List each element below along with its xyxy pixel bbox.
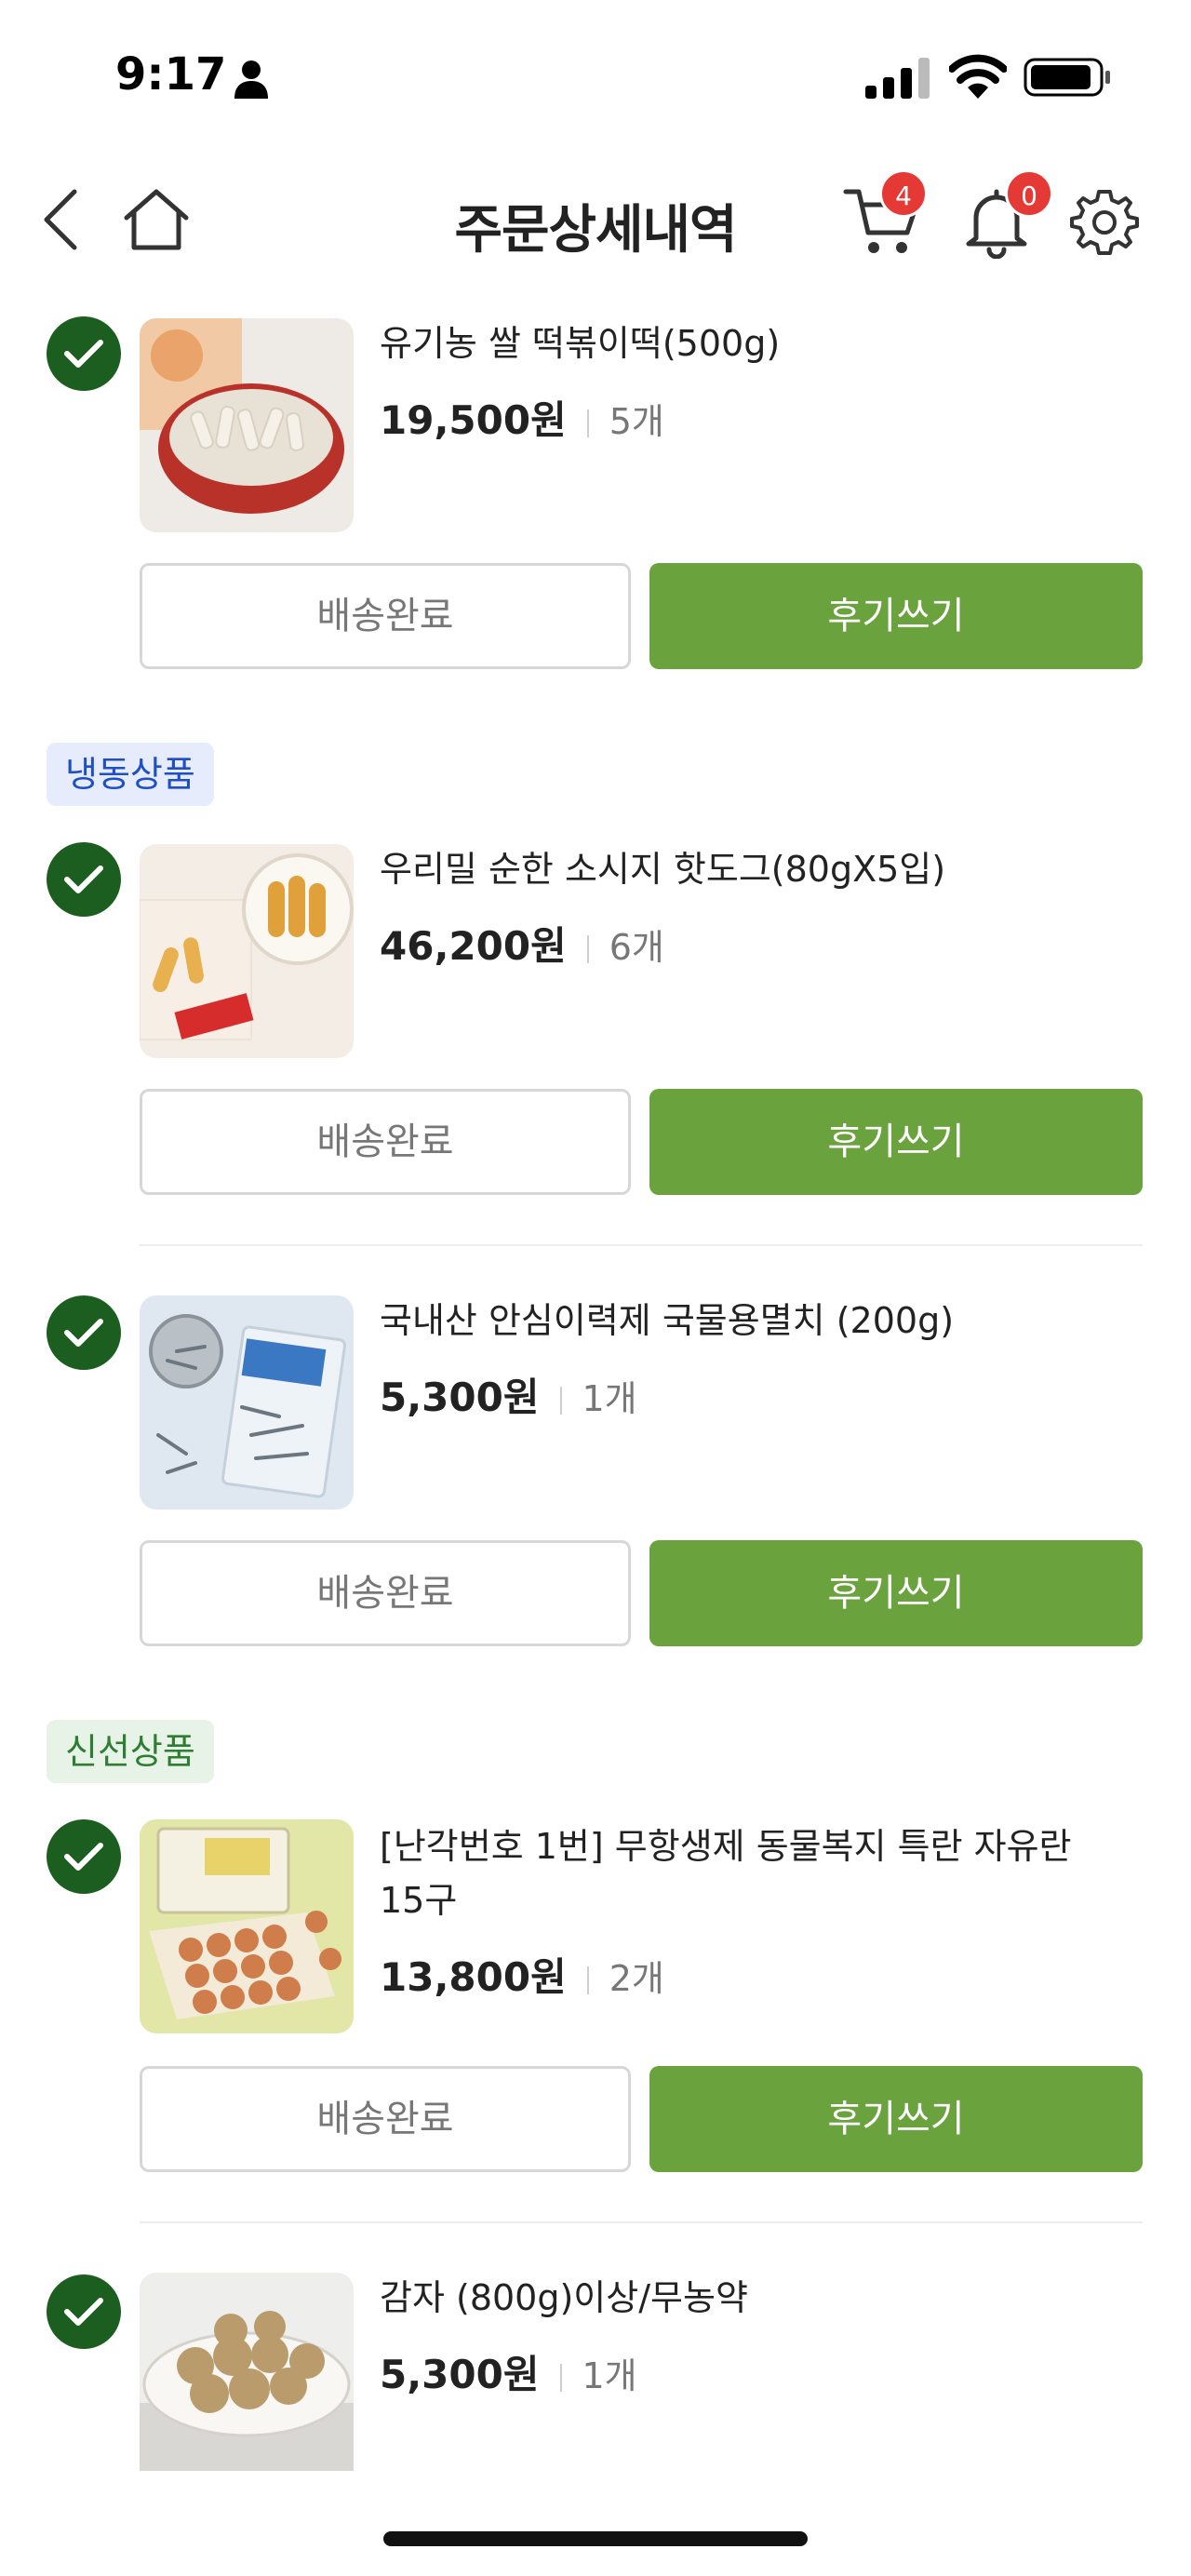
item-divider	[140, 1244, 1143, 1246]
order-item: 감자 (800g)이상/무농약 5,300원 1개	[0, 2271, 1191, 2471]
product-price: 19,500원	[380, 397, 567, 443]
check-icon	[47, 316, 121, 391]
price-row: 13,800원 2개	[380, 1946, 664, 2003]
app-header: 주문상세내역 4 0	[0, 158, 1191, 279]
section-tag-fresh: 신선상품	[47, 1720, 214, 1783]
separator	[586, 1966, 589, 1994]
order-item: 유기농 쌀 떡볶이떡(500g) 19,500원 5개 배송완료 후기쓰기	[0, 316, 1191, 679]
delivery-status-button[interactable]: 배송완료	[140, 2066, 631, 2172]
check-icon	[47, 1819, 121, 1894]
delivery-status-button[interactable]: 배송완료	[140, 563, 631, 669]
status-bar: 9:17	[0, 0, 1191, 140]
product-image-tteok[interactable]	[140, 318, 354, 532]
price-row: 5,300원 1개	[380, 2343, 637, 2400]
delivery-status-button[interactable]: 배송완료	[140, 1089, 631, 1195]
price-row: 19,500원 5개	[380, 389, 664, 446]
product-quantity: 5개	[609, 401, 664, 442]
product-price: 13,800원	[380, 1954, 567, 2000]
signal-icon	[865, 58, 930, 99]
home-indicator	[383, 2531, 808, 2546]
product-quantity: 2개	[609, 1958, 664, 1999]
product-image-hotdog[interactable]	[140, 844, 354, 1058]
write-review-button[interactable]: 후기쓰기	[649, 563, 1143, 669]
notification-count-badge: 0	[1005, 169, 1053, 218]
order-item: [난각번호 1번] 무항생제 동물복지 특란 자유란 15구 13,800원 2개…	[0, 1819, 1191, 2182]
check-icon	[47, 1295, 121, 1370]
product-image-eggs[interactable]	[140, 1819, 354, 2033]
section-tag-frozen: 냉동상품	[47, 743, 214, 806]
order-item: 우리밀 순한 소시지 핫도그(80gX5입) 46,200원 6개 배송완료 후기…	[0, 842, 1191, 1205]
cart-count-badge: 4	[879, 169, 928, 218]
separator	[586, 934, 589, 963]
wifi-icon	[949, 54, 1007, 99]
write-review-button[interactable]: 후기쓰기	[649, 1540, 1143, 1646]
status-time: 9:17	[115, 48, 227, 101]
price-row: 46,200원 6개	[380, 915, 664, 972]
separator	[559, 2363, 562, 2392]
battery-icon	[1024, 58, 1110, 97]
product-image-anchovy[interactable]	[140, 1295, 354, 1509]
product-quantity: 1개	[582, 1378, 637, 1419]
order-item: 국내산 안심이력제 국물용멸치 (200g) 5,300원 1개 배송완료 후기쓰…	[0, 1294, 1191, 1657]
write-review-button[interactable]: 후기쓰기	[649, 2066, 1143, 2172]
product-image-potato[interactable]	[140, 2273, 354, 2471]
write-review-button[interactable]: 후기쓰기	[649, 1089, 1143, 1195]
product-name[interactable]: 우리밀 순한 소시지 핫도그(80gX5입)	[380, 842, 1105, 896]
product-name[interactable]: 국내산 안심이력제 국물용멸치 (200g)	[380, 1294, 1105, 1348]
person-icon	[234, 60, 268, 99]
check-icon	[47, 2274, 121, 2349]
separator	[559, 1386, 562, 1415]
price-row: 5,300원 1개	[380, 1366, 637, 1423]
product-name[interactable]: [난각번호 1번] 무항생제 동물복지 특란 자유란 15구	[380, 1819, 1105, 1927]
item-divider	[140, 2221, 1143, 2223]
product-quantity: 1개	[582, 2355, 637, 2396]
product-name[interactable]: 유기농 쌀 떡볶이떡(500g)	[380, 316, 1105, 370]
product-price: 46,200원	[380, 923, 567, 969]
product-name[interactable]: 감자 (800g)이상/무농약	[380, 2271, 1105, 2325]
delivery-status-button[interactable]: 배송완료	[140, 1540, 631, 1646]
product-price: 5,300원	[380, 2352, 540, 2397]
gear-icon[interactable]	[1070, 188, 1139, 257]
check-icon	[47, 842, 121, 917]
separator	[586, 409, 589, 437]
product-price: 5,300원	[380, 1375, 540, 1420]
product-quantity: 6개	[609, 927, 664, 968]
